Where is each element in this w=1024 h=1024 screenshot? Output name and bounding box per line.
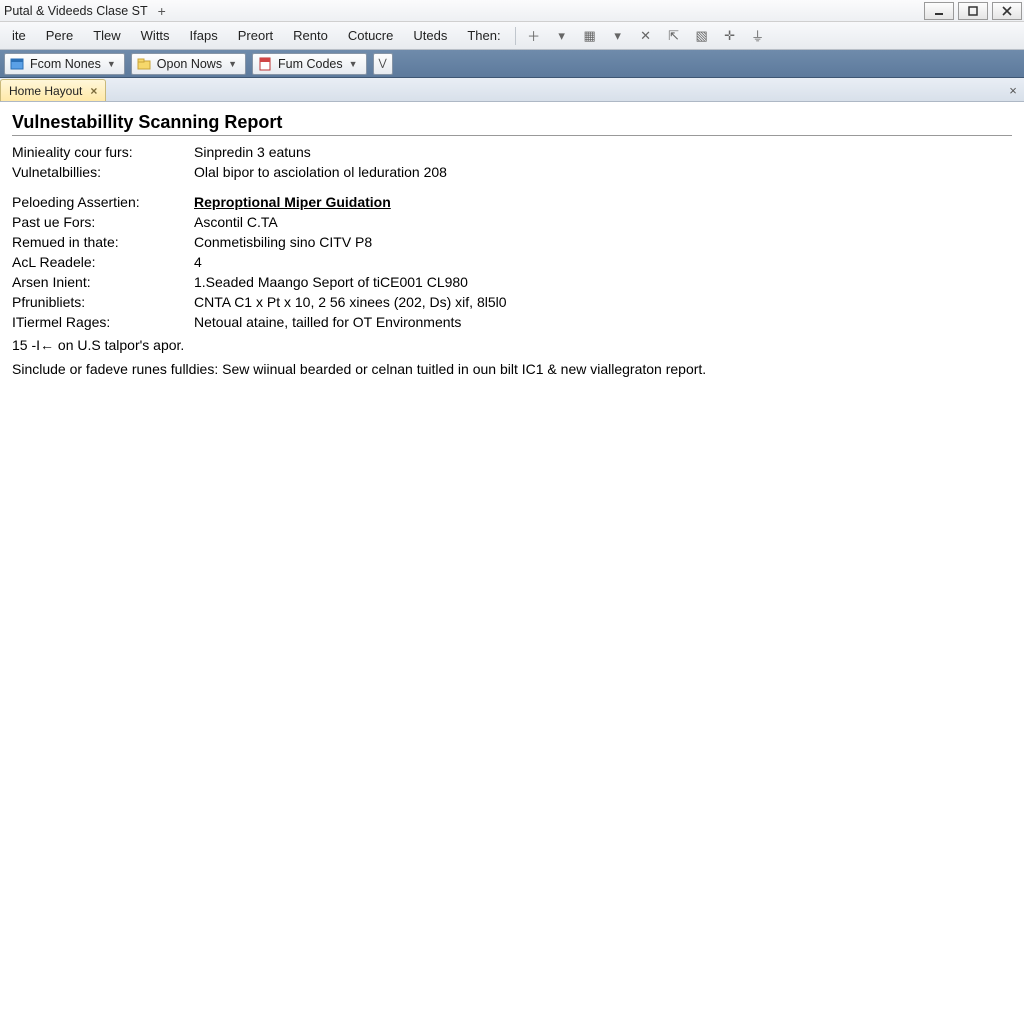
document-content: Vulnestabillity Scanning Report Minieali… <box>0 102 1024 392</box>
field-label: Remued in thate: <box>12 232 194 252</box>
menu-item-2[interactable]: Tlew <box>83 25 130 46</box>
dropdown-tool-icon[interactable]: ▾ <box>551 26 573 46</box>
document-tabstrip: Home Hayout × × <box>0 78 1024 102</box>
field-value: Sinpredin 3 eatuns <box>194 142 311 162</box>
field-value: Olal bipor to asciolation ol leduration … <box>194 162 447 182</box>
room-nones-button[interactable]: Fcom Nones ▼ <box>4 53 125 75</box>
menu-item-1[interactable]: Pere <box>36 25 83 46</box>
field-label: Past ue Fors: <box>12 212 194 232</box>
minimize-button[interactable] <box>924 2 954 20</box>
field-label: Minieality cour furs: <box>12 142 194 162</box>
field-row: AcL Readele: 4 <box>12 252 1012 272</box>
minimize-icon <box>934 6 944 16</box>
field-value: Ascontil C.TA <box>194 212 278 232</box>
field-row: Vulnetalbillies: Olal bipor to asciolati… <box>12 162 1012 182</box>
field-label: Vulnetalbillies: <box>12 162 194 182</box>
grid-tool-icon[interactable]: ▧ <box>691 26 713 46</box>
room-nones-label: Fcom Nones <box>30 57 101 71</box>
field-value: Netoual ataine, tailled for OT Environme… <box>194 312 461 332</box>
menu-item-5[interactable]: Preort <box>228 25 283 46</box>
field-row: Arsen Inient: 1.Seaded Maango Seport of … <box>12 272 1012 292</box>
tab-home-layout[interactable]: Home Hayout × <box>0 79 106 101</box>
field-value: CNTA C1 x Pt x 10, 2 56 xinees (202, Ds)… <box>194 292 507 312</box>
toolbar-overflow-button[interactable]: ⋁ <box>373 53 393 75</box>
maximize-button[interactable] <box>958 2 988 20</box>
menu-item-8[interactable]: Uteds <box>403 25 457 46</box>
codes-icon <box>257 56 273 72</box>
toolbar-ribbon: Fcom Nones ▼ Opon Nows ▼ Fum Codes ▼ ⋁ <box>0 50 1024 78</box>
menu-item-4[interactable]: Ifaps <box>180 25 228 46</box>
add-tool-icon[interactable]: ＋ <box>523 26 545 46</box>
menu-item-3[interactable]: Witts <box>131 25 180 46</box>
table-tool-icon[interactable]: ▦ <box>579 26 601 46</box>
field-label: Pfrunibliets: <box>12 292 194 312</box>
field-label: AcL Readele: <box>12 252 194 272</box>
menubar: ite Pere Tlew Witts Ifaps Preort Rento C… <box>0 22 1024 50</box>
tab-close-icon[interactable]: × <box>90 84 97 98</box>
align-tool-icon[interactable]: ⏚ <box>747 26 769 46</box>
field-row: ITiermel Rages: Netoual ataine, tailled … <box>12 312 1012 332</box>
menu-item-7[interactable]: Cotucre <box>338 25 404 46</box>
tab-label: Home Hayout <box>9 84 82 98</box>
close-icon <box>1002 6 1012 16</box>
chart-tool-icon[interactable]: ▾ <box>607 26 629 46</box>
field-row: Minieality cour furs: Sinpredin 3 eatuns <box>12 142 1012 162</box>
cut-tool-icon[interactable]: ✕ <box>635 26 657 46</box>
field-label: Arsen Inient: <box>12 272 194 292</box>
tabstrip-close-icon[interactable]: × <box>1004 83 1022 101</box>
report-title: Vulnestabillity Scanning Report <box>12 112 1012 136</box>
menu-item-0[interactable]: ite <box>2 25 36 46</box>
field-row: Past ue Fors: Ascontil C.TA <box>12 212 1012 232</box>
window-titlebar: Putal & Videeds Clase ST + <box>0 0 1024 22</box>
open-nows-label: Opon Nows <box>157 57 222 71</box>
open-icon <box>136 56 152 72</box>
open-nows-button[interactable]: Opon Nows ▼ <box>131 53 246 75</box>
window-title: Putal & Videeds Clase ST <box>4 4 148 18</box>
fum-codes-button[interactable]: Fum Codes ▼ <box>252 53 367 75</box>
maximize-icon <box>968 6 978 16</box>
new-tab-plus-icon[interactable]: + <box>158 3 166 19</box>
field-row: Remued in thate: Conmetisbiling sino CIT… <box>12 232 1012 252</box>
body-text-line: 15 -I← on U.S talpor's apor. <box>12 334 1012 356</box>
caret-icon: ▼ <box>228 59 237 69</box>
field-label: ITiermel Rages: <box>12 312 194 332</box>
body-text-line: Sinclude or fadeve runes fulldies: Sew w… <box>12 358 1012 380</box>
field-value: 4 <box>194 252 202 272</box>
room-icon <box>9 56 25 72</box>
field-row: Peloeding Assertien: Reproptional Miper … <box>12 192 1012 212</box>
menu-item-6[interactable]: Rento <box>283 25 338 46</box>
field-row: Pfrunibliets: CNTA C1 x Pt x 10, 2 56 xi… <box>12 292 1012 312</box>
fum-codes-label: Fum Codes <box>278 57 343 71</box>
caret-icon: ▼ <box>107 59 116 69</box>
menu-item-9[interactable]: Then: <box>457 25 510 46</box>
close-button[interactable] <box>992 2 1022 20</box>
center-tool-icon[interactable]: ✛ <box>719 26 741 46</box>
caret-icon: ▼ <box>349 59 358 69</box>
field-label: Peloeding Assertien: <box>12 192 194 212</box>
field-value: Conmetisbiling sino CITV P8 <box>194 232 372 252</box>
export-tool-icon[interactable]: ⇱ <box>663 26 685 46</box>
field-value-link[interactable]: Reproptional Miper Guidation <box>194 192 391 212</box>
menu-separator <box>515 27 516 45</box>
field-value: 1.Seaded Maango Seport of tiCE001 CL980 <box>194 272 468 292</box>
